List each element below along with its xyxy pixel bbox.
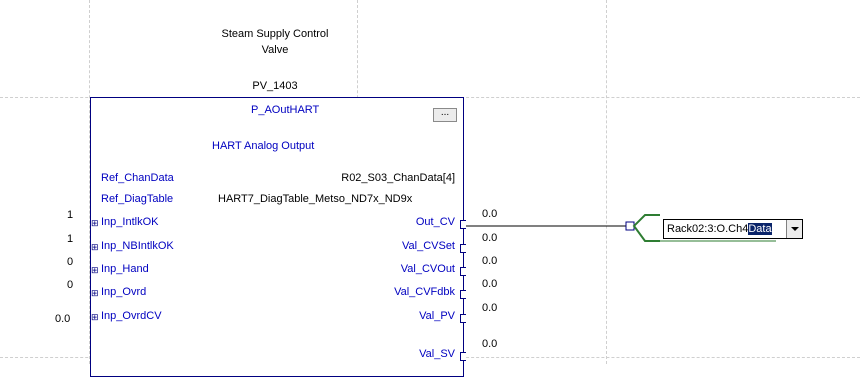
output-pin-out-cv[interactable]: Out_CV bbox=[416, 216, 455, 228]
output-value-val-sv: 0.0 bbox=[482, 338, 498, 350]
grid-line-vertical bbox=[606, 0, 607, 364]
output-reference-text[interactable]: Rack02:3:O.Ch4Data bbox=[667, 223, 772, 235]
output-value-val-cvout: 0.0 bbox=[482, 255, 498, 267]
input-pin-inp-nbintlkok[interactable]: Inp_NBIntlkOK bbox=[101, 240, 174, 252]
input-pin-inp-ovrdcv[interactable]: Inp_OvrdCV bbox=[101, 310, 162, 322]
input-pin-inp-intlkok[interactable]: Inp_IntlkOK bbox=[101, 216, 158, 228]
output-value-val-pv: 0.0 bbox=[482, 302, 498, 314]
input-pin-marker-icon: ⊞ bbox=[91, 288, 99, 298]
block-properties-button[interactable]: ... bbox=[433, 108, 457, 122]
input-value-inp-ovrdcv: 0.0 bbox=[55, 313, 71, 325]
output-reference-tag-editor[interactable]: Rack02:3:O.Ch4Data bbox=[663, 219, 803, 239]
dropdown-arrow-icon[interactable] bbox=[786, 220, 802, 238]
input-pin-marker-icon: ⊞ bbox=[91, 242, 99, 252]
input-pin-inp-hand[interactable]: Inp_Hand bbox=[101, 263, 149, 275]
description-line-1: Steam Supply Control bbox=[221, 28, 329, 40]
ref-chandata-value[interactable]: R02_S03_ChanData[4] bbox=[341, 172, 455, 184]
input-value-inp-hand: 0 bbox=[67, 256, 74, 268]
ref-diagtable-value[interactable]: HART7_DiagTable_Metso_ND7x_ND9x bbox=[218, 193, 412, 205]
output-pin-stub bbox=[460, 352, 466, 361]
tag-name[interactable]: PV_1403 bbox=[200, 80, 350, 92]
input-value-inp-nbintlkok: 1 bbox=[67, 233, 74, 245]
description-line-2: Valve bbox=[261, 44, 289, 56]
input-value-inp-ovrd: 0 bbox=[67, 279, 74, 291]
output-pin-stub bbox=[460, 267, 466, 276]
output-value-val-cvfdbk: 0.0 bbox=[482, 278, 498, 290]
output-pin-stub bbox=[460, 314, 466, 323]
input-pin-marker-icon: ⊞ bbox=[91, 218, 99, 228]
function-block[interactable]: P_AOutHART HART Analog Output Ref_ChanDa… bbox=[90, 97, 466, 377]
ref-diagtable-label: Ref_DiagTable bbox=[101, 193, 174, 205]
output-pin-val-pv[interactable]: Val_PV bbox=[419, 310, 455, 322]
input-value-inp-intlkok: 1 bbox=[67, 209, 74, 221]
output-pin-stub bbox=[460, 220, 466, 229]
output-pin-val-cvout[interactable]: Val_CVOut bbox=[401, 263, 455, 275]
output-pin-val-cvfdbk[interactable]: Val_CVFdbk bbox=[394, 286, 455, 298]
block-subtitle: HART Analog Output bbox=[212, 140, 315, 152]
block-type: P_AOutHART bbox=[251, 104, 320, 116]
input-pin-marker-icon: ⊞ bbox=[91, 312, 99, 322]
input-pin-marker-icon: ⊞ bbox=[91, 265, 99, 275]
ref-chandata-label: Ref_ChanData bbox=[101, 172, 174, 184]
output-pin-stub bbox=[460, 290, 466, 299]
output-pin-val-sv[interactable]: Val_SV bbox=[419, 348, 455, 360]
output-reference-prefix: Rack02:3:O.Ch4 bbox=[667, 223, 749, 235]
output-pin-stub bbox=[460, 244, 466, 253]
block-description: Steam Supply Control Valve bbox=[200, 26, 350, 58]
output-pin-val-cvset[interactable]: Val_CVSet bbox=[402, 240, 455, 252]
output-reference-selected-text: Data bbox=[748, 223, 772, 235]
output-value-out-cv: 0.0 bbox=[482, 208, 498, 220]
input-pin-inp-ovrd[interactable]: Inp_Ovrd bbox=[101, 286, 146, 298]
output-value-val-cvset: 0.0 bbox=[482, 232, 498, 244]
